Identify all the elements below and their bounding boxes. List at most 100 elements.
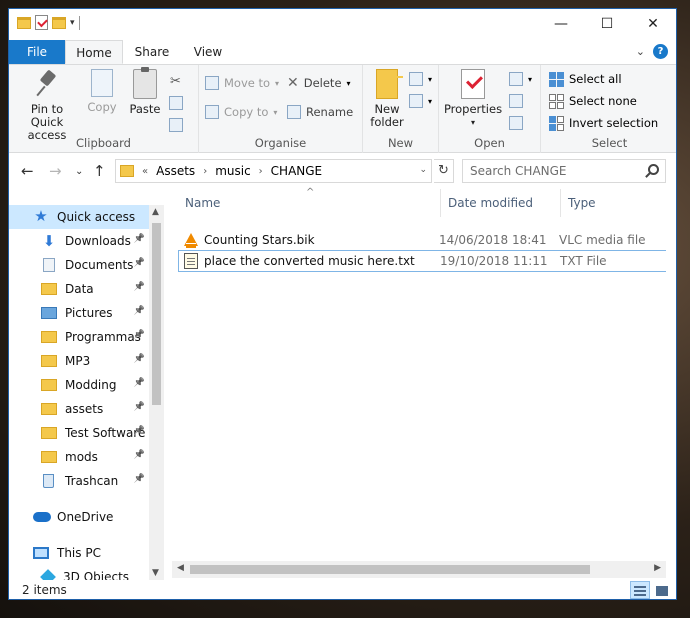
pin-icon[interactable]: 📌 — [134, 474, 145, 484]
nav-item-quick-access[interactable]: ★ Quick access — [9, 205, 149, 229]
pin-icon[interactable]: 📌 — [134, 354, 145, 364]
new-folder-button[interactable]: New folder — [367, 69, 407, 129]
cut-button[interactable]: ✂ — [170, 71, 181, 91]
select-none-button[interactable]: Select none — [549, 91, 637, 111]
new-folder-icon[interactable] — [52, 16, 66, 29]
select-all-button[interactable]: Select all — [549, 69, 622, 89]
tab-file[interactable]: File — [9, 40, 65, 64]
table-row[interactable]: Counting Stars.bik 14/06/2018 18:41 VLC … — [178, 229, 676, 251]
sidebar-item-mp3[interactable]: MP3 📌 — [9, 349, 149, 373]
scroll-up-icon[interactable]: ▲ — [152, 207, 159, 217]
pin-icon[interactable]: 📌 — [134, 330, 145, 340]
pin-icon[interactable]: 📌 — [134, 426, 145, 436]
file-list-scrollbar[interactable] — [666, 185, 676, 578]
nav-scrollbar[interactable]: ▲ ▼ — [149, 205, 164, 580]
pin-icon[interactable]: 📌 — [134, 234, 145, 244]
customize-toolbar-icon[interactable]: ▾ — [70, 18, 75, 28]
folder-icon — [120, 165, 134, 177]
tab-share[interactable]: Share — [127, 40, 177, 64]
column-header-type[interactable]: Type — [561, 189, 676, 217]
sidebar-item-mods[interactable]: mods 📌 — [9, 445, 149, 469]
close-button[interactable]: ✕ — [630, 9, 676, 39]
breadcrumb-change[interactable]: CHANGE — [271, 164, 322, 178]
rename-button[interactable]: Rename — [287, 102, 353, 122]
sidebar-item-documents[interactable]: Documents 📌 — [9, 253, 149, 277]
sidebar-item-downloads[interactable]: ⬇ Downloads 📌 — [9, 229, 149, 253]
pin-to-quick-access-button[interactable]: Pin to Quick access — [15, 69, 79, 142]
horizontal-scrollbar[interactable]: ◀ ▶ — [172, 561, 666, 578]
sidebar-item-assets[interactable]: assets 📌 — [9, 397, 149, 421]
up-button[interactable]: ↑ — [93, 162, 106, 180]
column-header-date[interactable]: Date modified — [441, 189, 561, 217]
easy-access-button[interactable]: ▾ — [409, 91, 432, 111]
pin-icon[interactable]: 📌 — [134, 258, 145, 268]
table-row[interactable]: place the converted music here.txt 19/10… — [178, 250, 676, 272]
sidebar-item-programmas[interactable]: Programmas 📌 — [9, 325, 149, 349]
file-date: 14/06/2018 18:41 — [439, 233, 547, 247]
properties-icon[interactable] — [35, 15, 48, 30]
sidebar-item-modding[interactable]: Modding 📌 — [9, 373, 149, 397]
sidebar-item-test-software[interactable]: Test Software 📌 — [9, 421, 149, 445]
breadcrumb-separator-icon[interactable]: › — [203, 166, 207, 177]
copy-path-button[interactable] — [169, 93, 183, 113]
history-button[interactable] — [509, 113, 523, 133]
address-bar[interactable]: « Assets › music › CHANGE ⌄ — [115, 159, 432, 183]
move-to-button[interactable]: Move to ▾ — [205, 73, 279, 93]
ribbon-tabs-right: ⌄ ? — [636, 44, 668, 59]
recent-locations-chevron-icon[interactable]: ⌄ — [75, 166, 83, 177]
scrollbar-thumb[interactable] — [190, 565, 590, 574]
pin-icon[interactable]: 📌 — [134, 306, 145, 316]
tab-view[interactable]: View — [183, 40, 233, 64]
paste-button[interactable]: Paste — [127, 67, 163, 116]
pin-icon[interactable]: 📌 — [134, 282, 145, 292]
column-header-name[interactable]: Name — [178, 189, 441, 217]
breadcrumb-assets[interactable]: Assets — [156, 164, 195, 178]
copy-to-button[interactable]: Copy to ▾ — [205, 102, 277, 122]
sidebar-item-pictures[interactable]: Pictures 📌 — [9, 301, 149, 325]
properties-button[interactable]: Properties ▾ — [443, 69, 503, 129]
nav-item-onedrive[interactable]: OneDrive — [9, 505, 149, 529]
chevron-down-icon[interactable]: ⌄ — [636, 45, 645, 58]
pin-icon[interactable]: 📌 — [134, 378, 145, 388]
invert-selection-button[interactable]: Invert selection — [549, 113, 658, 133]
pin-icon[interactable]: 📌 — [134, 402, 145, 412]
status-bar: 2 items — [9, 580, 676, 599]
sidebar-item-trashcan[interactable]: Trashcan 📌 — [9, 469, 149, 493]
delete-button[interactable]: ✕ Delete ▾ — [287, 73, 351, 93]
folder-icon — [41, 427, 57, 439]
delete-label: Delete — [303, 76, 342, 90]
pin-icon[interactable]: 📌 — [134, 450, 145, 460]
recycle-bin-icon — [43, 474, 54, 488]
scrollbar-thumb[interactable] — [152, 223, 161, 405]
tab-home[interactable]: Home — [65, 40, 123, 64]
scroll-down-icon[interactable]: ▼ — [152, 568, 159, 578]
paste-shortcut-button[interactable] — [169, 115, 183, 135]
sidebar-item-label: Trashcan — [65, 474, 119, 488]
file-name: place the converted music here.txt — [204, 254, 415, 268]
search-input[interactable]: Search CHANGE — [462, 159, 666, 183]
help-icon[interactable]: ? — [653, 44, 668, 59]
edit-button[interactable] — [509, 91, 523, 111]
breadcrumb-separator-icon[interactable]: › — [259, 166, 263, 177]
scroll-left-icon[interactable]: ◀ — [177, 563, 184, 573]
sidebar-item-data[interactable]: Data 📌 — [9, 277, 149, 301]
maximize-button[interactable]: ☐ — [584, 9, 630, 39]
chevron-down-icon: ▾ — [470, 118, 475, 127]
large-icons-view-button[interactable] — [652, 581, 672, 599]
scroll-right-icon[interactable]: ▶ — [654, 563, 661, 573]
nav-item-this-pc[interactable]: This PC — [9, 541, 149, 565]
minimize-button[interactable]: — — [538, 9, 584, 39]
details-view-button[interactable] — [630, 581, 650, 599]
overflow-chevron-icon[interactable]: « — [142, 166, 148, 177]
item-count: 2 items — [22, 583, 67, 597]
open-button[interactable]: ▾ — [509, 69, 532, 89]
address-dropdown-icon[interactable]: ⌄ — [419, 165, 427, 175]
forward-button[interactable]: → — [49, 162, 62, 180]
refresh-button[interactable]: ↻ — [434, 159, 454, 183]
back-button[interactable]: ← — [21, 162, 34, 180]
breadcrumb-music[interactable]: music — [215, 164, 250, 178]
easy-access-icon — [409, 94, 423, 108]
sidebar-item-label: Documents — [65, 258, 134, 272]
new-item-button[interactable]: ▾ — [409, 69, 432, 89]
copy-button[interactable]: Copy — [85, 66, 119, 114]
